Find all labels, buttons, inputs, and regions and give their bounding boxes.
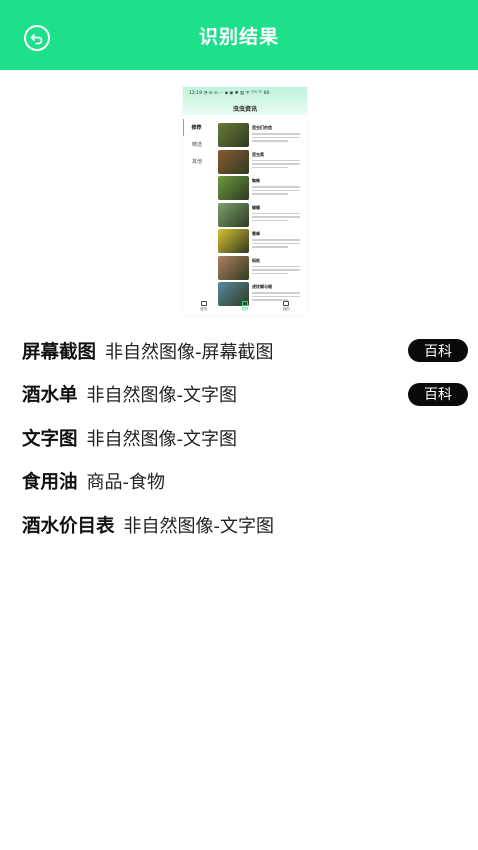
preview-text-line <box>252 212 300 214</box>
result-list: 屏幕截图 非自然图像-屏幕截图 百科 酒水单 非自然图像-文字图 百科 文字图 非自然图像-文… <box>22 329 468 547</box>
preview-item-thumbnail <box>218 229 249 253</box>
preview-tab-label: 推荐 <box>241 306 249 311</box>
preview-item-name: 昆虫们的信 <box>252 125 272 130</box>
preview-sidebar-item: 其他 <box>192 159 203 165</box>
preview-item-info: 昆虫们的信 <box>252 123 300 142</box>
preview-tab-icon <box>241 300 248 306</box>
page-title: 识别结果 <box>198 25 279 48</box>
result-name: 屏幕截图 <box>22 341 97 363</box>
screenshot-preview[interactable]: 12:19 ◔ ✉ ⊙ ··· ▪ ◉ ✱ ▥ ᯤ ⁵⁵ᴳ ⁵ᴳ 80 虫虫资讯… <box>183 87 307 315</box>
preview-text-line <box>252 246 288 248</box>
preview-list-item: 蚂蚁 <box>218 255 305 283</box>
preview-tab-icon <box>200 300 207 306</box>
result-category: 非自然图像-文字图 <box>86 428 238 450</box>
preview-list-item: 蜘蛛 <box>218 176 305 203</box>
preview-list-item: 蜜蜂 <box>218 229 305 256</box>
preview-tab: 首页 <box>200 300 208 312</box>
preview-tab-bar: 首页 推荐 我的 <box>183 297 307 315</box>
preview-text-line <box>252 292 300 294</box>
preview-item-thumbnail <box>218 176 249 200</box>
preview-list-item: 昆虫们的信 <box>218 123 305 150</box>
preview-text-line <box>252 166 288 168</box>
preview-item-name: 昆虫黑 <box>252 151 264 157</box>
back-arrow-icon[interactable] <box>24 25 50 51</box>
preview-item-thumbnail <box>218 255 249 280</box>
result-category: 非自然图像-文字图 <box>123 515 275 537</box>
preview-text-line <box>252 159 300 161</box>
preview-item-info: 昆虫黑 <box>252 150 300 168</box>
preview-text-line <box>252 186 300 188</box>
result-row: 文字图 非自然图像-文字图 <box>22 416 468 460</box>
preview-sidebar: 推荐 精选 其他 <box>183 119 215 170</box>
preview-item-thumbnail <box>218 149 249 174</box>
preview-item-name: 蜘蛛 <box>252 178 260 183</box>
preview-item-thumbnail <box>218 123 249 147</box>
preview-item-info: 蝴蝶 <box>252 203 300 221</box>
preview-item-name: 蚂蚁 <box>252 257 260 263</box>
preview-text-line <box>252 219 288 221</box>
result-category: 非自然图像-屏幕截图 <box>105 341 274 363</box>
result-name: 酒水价目表 <box>22 515 115 537</box>
preview-text-line <box>252 239 300 241</box>
preview-text-line <box>252 163 300 165</box>
preview-tab: 我的 <box>282 300 290 312</box>
preview-header: 12:19 ◔ ✉ ⊙ ··· ▪ ◉ ✱ ▥ ᯤ ⁵⁵ᴳ ⁵ᴳ 80 虫虫资讯 <box>183 87 307 115</box>
result-name: 酒水单 <box>22 385 78 407</box>
preview-text-line <box>252 133 300 135</box>
preview-text-line <box>252 269 300 271</box>
preview-item-info: 蜘蛛 <box>252 176 300 195</box>
preview-text-line <box>252 189 300 191</box>
result-row: 食用油 商品-食物 <box>22 460 468 504</box>
preview-title: 虫虫资讯 <box>232 106 257 113</box>
preview-item-name: 蝴蝶 <box>252 204 260 210</box>
result-name: 文字图 <box>22 428 78 450</box>
result-row: 酒水价目表 非自然图像-文字图 <box>22 503 468 547</box>
preview-item-thumbnail <box>218 202 249 227</box>
preview-text-line <box>252 242 300 244</box>
preview-text-line <box>252 272 288 274</box>
preview-sidebar-item: 精选 <box>192 142 203 148</box>
result-category: 非自然图像-文字图 <box>86 385 238 407</box>
preview-item-name: 虎纹蝶与蛾 <box>252 284 272 289</box>
result-category: 商品-食物 <box>86 472 166 494</box>
preview-status-bar: 12:19 ◔ ✉ ⊙ ··· ▪ ◉ ✱ ▥ ᯤ ⁵⁵ᴳ ⁵ᴳ 80 <box>189 91 270 96</box>
preview-tab: 推荐 <box>241 300 249 312</box>
baike-button[interactable]: 百科 <box>408 382 468 406</box>
preview-text-line <box>252 216 300 218</box>
preview-item-info: 蜜蜂 <box>252 229 300 248</box>
preview-list: 昆虫们的信昆虫黑蜘蛛蝴蝶蜜蜂蚂蚁虎纹蝶与蛾 <box>218 123 305 309</box>
preview-tab-label: 首页 <box>200 306 208 311</box>
preview-sidebar-item: 推荐 <box>183 119 215 136</box>
preview-text-line <box>252 136 300 138</box>
result-name: 食用油 <box>22 472 78 494</box>
preview-tab-icon <box>283 300 290 306</box>
preview-text-line <box>252 193 288 195</box>
header-bar: 识别结果 <box>0 0 478 70</box>
preview-list-item: 蝴蝶 <box>218 202 305 230</box>
baike-button[interactable]: 百科 <box>408 339 468 362</box>
preview-list-item: 昆虫黑 <box>218 149 305 177</box>
preview-tab-label: 我的 <box>282 306 290 311</box>
preview-text-line <box>252 265 300 267</box>
preview-item-name: 蜜蜂 <box>252 231 260 236</box>
result-row: 屏幕截图 非自然图像-屏幕截图 百科 <box>22 329 468 373</box>
preview-text-line <box>252 140 288 142</box>
preview-body: 推荐 精选 其他 昆虫们的信昆虫黑蜘蛛蝴蝶蜜蜂蚂蚁虎纹蝶与蛾 <box>183 115 307 306</box>
preview-item-info: 蚂蚁 <box>252 256 300 274</box>
result-row: 酒水单 非自然图像-文字图 百科 <box>22 373 468 417</box>
back-arrow-glyph <box>30 34 43 45</box>
